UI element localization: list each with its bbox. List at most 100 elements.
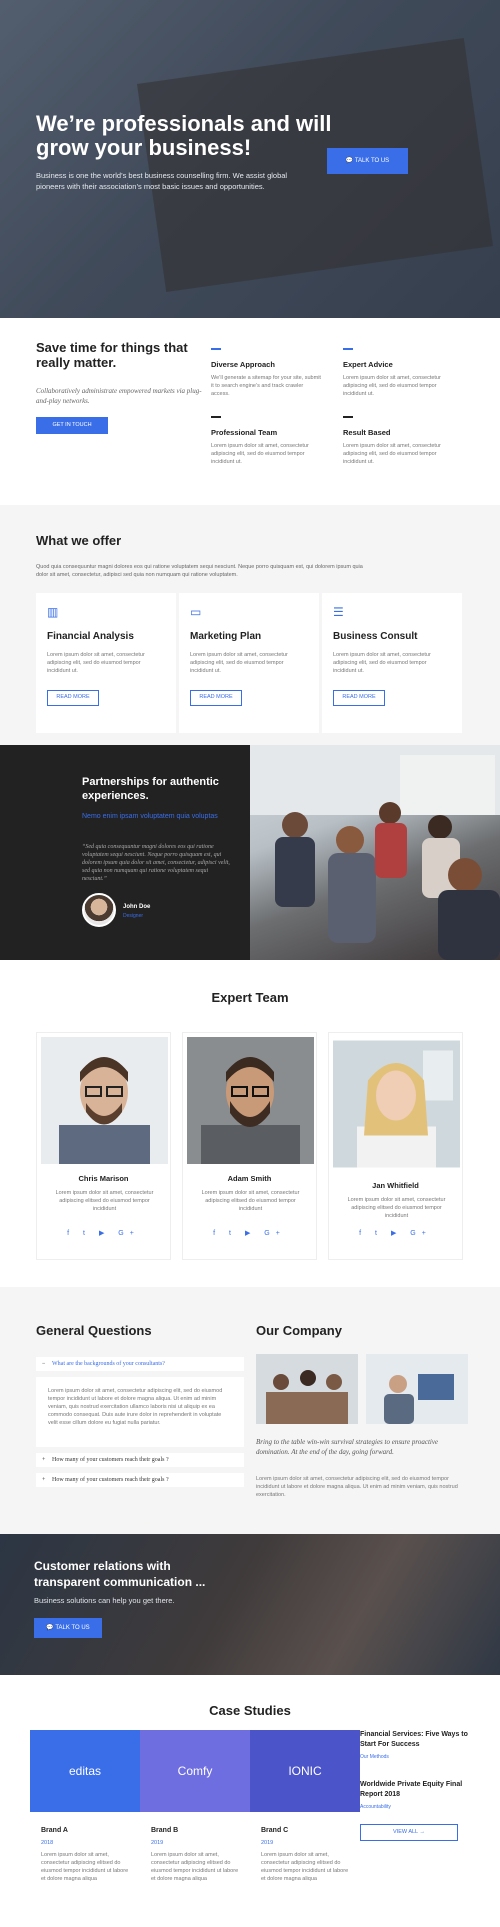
case-card-brand-a[interactable]: editas Brand A 2018 Lorem ipsum dolor si… [30, 1730, 140, 1915]
brand-logo: editas [30, 1730, 140, 1812]
case-title: Case Studies [209, 1703, 291, 1718]
social-icons[interactable]: f t ▶ G+ [183, 1229, 316, 1237]
offer-section: What we offer Quod quia consequuntur mag… [0, 505, 500, 745]
faq-question-1[interactable]: − What are the backgrounds of your consu… [36, 1357, 244, 1371]
case-name: Brand A [41, 1827, 68, 1834]
faq-question-3[interactable]: + How many of your customers reach their… [36, 1473, 244, 1487]
feature-expert-advice: Expert Advice Lorem ipsum dolor sit amet… [343, 348, 453, 398]
intro-lead: Collaboratively administrate empowered m… [36, 387, 202, 405]
member-name: Adam Smith [227, 1174, 272, 1183]
case-year: 2019 [261, 1840, 274, 1846]
partnership-section: Partnerships for authentic experiences. … [0, 745, 500, 960]
feature-title: Result Based [343, 428, 391, 437]
team-member-card: Jan Whitfield Lorem ipsum dolor sit amet… [328, 1032, 463, 1260]
customer-talk-button[interactable]: 💬 TALK TO US [34, 1618, 102, 1638]
plus-icon: + [42, 1477, 46, 1483]
feature-accent [343, 348, 353, 350]
team-title: Expert Team [211, 990, 289, 1005]
card-title: Business Consult [333, 631, 418, 642]
hero-text: Business is one the world’s best busines… [36, 171, 288, 191]
member-text: Lorem ipsum dolor sit amet, consectetur … [347, 1197, 446, 1219]
case-text: Lorem ipsum dolor sit amet, consectetur … [41, 1852, 129, 1882]
read-more-button[interactable]: READ MORE [190, 690, 242, 706]
member-text: Lorem ipsum dolor sit amet, consectetur … [201, 1190, 300, 1212]
faq-question-2[interactable]: + How many of your customers reach their… [36, 1453, 244, 1467]
feature-diverse-approach: Diverse Approach We’ll generate a sitema… [211, 348, 321, 398]
company-title: Our Company [256, 1323, 342, 1338]
feature-text: Lorem ipsum dolor sit amet, consectetur … [211, 443, 309, 465]
faq-question-text: How many of your customers reach their g… [52, 1477, 169, 1483]
case-card-brand-b[interactable]: Comfy Brand B 2019 Lorem ipsum dolor sit… [140, 1730, 250, 1915]
feature-accent [343, 416, 353, 418]
chat-icon: 💬 [345, 158, 355, 164]
faq-question-text: What are the backgrounds of your consult… [52, 1361, 165, 1367]
feature-accent [211, 416, 221, 418]
feature-text: Lorem ipsum dolor sit amet, consectetur … [343, 443, 441, 465]
team-member-card: Adam Smith Lorem ipsum dolor sit amet, c… [182, 1032, 317, 1260]
partner-subtitle: Nemo enim ipsam voluptatem quia voluptas [82, 813, 218, 820]
side-article-category[interactable]: Accountability [360, 1804, 468, 1810]
side-article-title[interactable]: Worldwide Private Equity Final Report 20… [360, 1780, 468, 1800]
feature-professional-team: Professional Team Lorem ipsum dolor sit … [211, 416, 321, 466]
card-title: Financial Analysis [47, 631, 134, 642]
hero-title: We’re professionals and will grow your b… [36, 111, 332, 160]
member-photo [41, 1037, 168, 1164]
partner-quote: “Sed quia consequuntur magni dolores eos… [82, 844, 230, 882]
social-icons[interactable]: f t ▶ G+ [329, 1229, 462, 1237]
customer-talk-label: TALK TO US [55, 1625, 90, 1631]
case-side-list: Financial Services: Five Ways to Start F… [360, 1730, 468, 1841]
minus-icon: − [42, 1361, 46, 1367]
feature-title: Professional Team [211, 428, 278, 437]
read-more-button[interactable]: READ MORE [333, 690, 385, 706]
offer-card-marketing: ▭ Marketing Plan Lorem ipsum dolor sit a… [179, 593, 319, 733]
case-studies-section: Case Studies editas Brand A 2018 Lorem i… [0, 1675, 500, 1927]
faq-company-section: General Questions − What are the backgro… [0, 1287, 500, 1534]
case-year: 2019 [151, 1840, 164, 1846]
testimonial-name: John Doe [123, 904, 151, 910]
brand-logo: Comfy [140, 1730, 250, 1812]
faq-question-text: How many of your customers reach their g… [52, 1457, 169, 1463]
bar-chart-icon: ▥ [47, 605, 59, 619]
offer-card-financial: ▥ Financial Analysis Lorem ipsum dolor s… [36, 593, 176, 733]
hero-talk-button[interactable]: 💬 TALK TO US [327, 148, 408, 174]
feature-title: Expert Advice [343, 360, 393, 369]
meeting-illustration [250, 745, 500, 960]
feature-accent [211, 348, 221, 350]
member-text: Lorem ipsum dolor sit amet, consectetur … [55, 1190, 154, 1212]
customer-text: Business solutions can help you get ther… [34, 1596, 175, 1605]
team-member-card: Chris Marison Lorem ipsum dolor sit amet… [36, 1032, 171, 1260]
case-name: Brand B [151, 1827, 179, 1834]
social-icons[interactable]: f t ▶ G+ [37, 1229, 170, 1237]
hero-talk-label: TALK TO US [354, 158, 390, 164]
get-in-touch-button[interactable]: GET IN TOUCH [36, 417, 108, 434]
card-title: Marketing Plan [190, 631, 262, 642]
intro-section: Save time for things that really matter.… [0, 318, 500, 505]
testimonial-role: Designer [123, 913, 144, 919]
side-article-category[interactable]: Our Methods [360, 1754, 468, 1760]
feature-text: We’ll generate a sitemap for your site, … [211, 375, 321, 397]
faq-answer: Lorem ipsum dolor sit amet, consectetur … [36, 1377, 244, 1447]
avatar [82, 893, 116, 927]
member-name: Jan Whitfield [372, 1181, 419, 1190]
case-name: Brand C [261, 1827, 289, 1834]
side-article-title[interactable]: Financial Services: Five Ways to Start F… [360, 1730, 468, 1750]
intro-title: Save time for things that really matter. [36, 340, 188, 370]
case-card-brand-c[interactable]: IONIC Brand C 2019 Lorem ipsum dolor sit… [250, 1730, 360, 1915]
case-text: Lorem ipsum dolor sit amet, consectetur … [151, 1852, 239, 1882]
list-icon: ☰ [333, 605, 344, 619]
faq-title: General Questions [36, 1323, 152, 1338]
company-image-meeting [256, 1354, 358, 1424]
card-text: Lorem ipsum dolor sit amet, consectetur … [190, 652, 288, 674]
read-more-button[interactable]: READ MORE [47, 690, 99, 706]
partner-title: Partnerships for authentic experiences. [82, 776, 219, 802]
member-photo [187, 1037, 314, 1164]
feature-result-based: Result Based Lorem ipsum dolor sit amet,… [343, 416, 453, 466]
meeting-photo [250, 745, 500, 960]
view-all-button[interactable]: VIEW ALL → [360, 1824, 458, 1841]
brand-logo: IONIC [250, 1730, 360, 1812]
company-image-office [366, 1354, 468, 1424]
feature-text: Lorem ipsum dolor sit amet, consectetur … [343, 375, 441, 397]
offer-card-consult: ☰ Business Consult Lorem ipsum dolor sit… [322, 593, 462, 733]
customer-title: Customer relations with transparent comm… [34, 1559, 206, 1589]
chat-icon: 💬 [46, 1625, 56, 1631]
